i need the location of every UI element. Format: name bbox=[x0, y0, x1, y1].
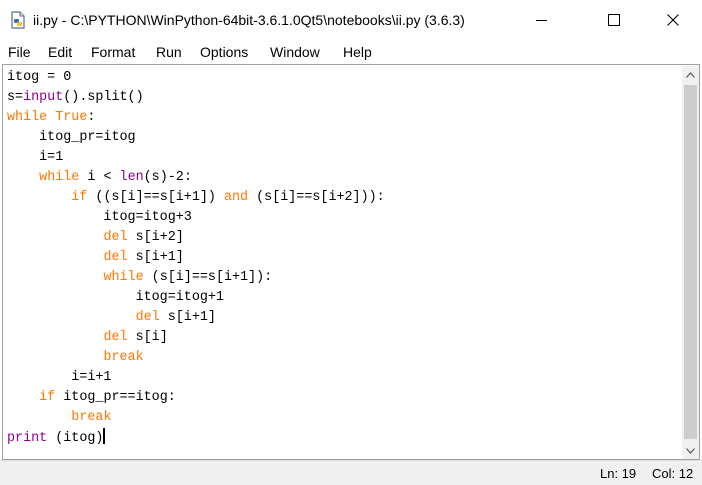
code-token: (s[i]==s[i+1]): bbox=[143, 270, 273, 285]
code-token: itog = 0 bbox=[7, 70, 72, 85]
code-token: i < bbox=[79, 170, 120, 185]
keyword-token: break bbox=[71, 410, 112, 425]
minimize-icon bbox=[536, 20, 547, 21]
code-token: (s[i]==s[i+2])): bbox=[248, 190, 385, 205]
code-token: : bbox=[87, 110, 96, 125]
status-column: Col: 12 bbox=[652, 466, 694, 481]
code-token: s[i] bbox=[127, 330, 168, 345]
menu-bar: File Edit Format Run Options Window Help bbox=[0, 40, 702, 64]
code-token: s[i+1] bbox=[127, 250, 184, 265]
scroll-thumb[interactable] bbox=[684, 85, 697, 439]
keyword-token: if bbox=[71, 190, 88, 205]
code-line[interactable]: del s[i+2] bbox=[7, 228, 679, 248]
code-line[interactable]: while (s[i]==s[i+1]): bbox=[7, 268, 679, 288]
code-line[interactable]: del s[i] bbox=[7, 328, 679, 348]
code-token: itog_pr=itog bbox=[7, 130, 136, 145]
keyword-token: del bbox=[135, 310, 160, 325]
builtin-token: input bbox=[23, 90, 64, 105]
maximize-icon bbox=[608, 14, 620, 26]
close-button[interactable] bbox=[650, 0, 696, 40]
code-line[interactable]: break bbox=[7, 408, 679, 428]
keyword-token: True bbox=[55, 110, 88, 125]
code-token: ((s[i]==s[i+1]) bbox=[87, 190, 224, 205]
code-line[interactable]: itog_pr=itog bbox=[7, 128, 679, 148]
menu-window[interactable]: Window bbox=[270, 44, 320, 60]
menu-file[interactable]: File bbox=[8, 44, 31, 60]
title-bar: ii.py - C:\PYTHON\WinPython-64bit-3.6.1.… bbox=[0, 0, 702, 40]
code-token: ().split() bbox=[63, 90, 144, 105]
vertical-scrollbar[interactable] bbox=[682, 66, 699, 459]
text-cursor bbox=[103, 428, 106, 444]
chevron-down-icon bbox=[686, 447, 695, 454]
status-bar: Ln: 19 Col: 12 bbox=[0, 460, 702, 485]
code-line[interactable]: print (itog) bbox=[7, 428, 679, 448]
code-editor[interactable]: itog = 0 s=input().split() while True: ito… bbox=[7, 68, 679, 460]
builtin-token: print bbox=[7, 431, 48, 446]
keyword-token: and bbox=[223, 190, 249, 205]
scroll-up-button[interactable] bbox=[682, 66, 699, 83]
code-token: (itog) bbox=[47, 431, 104, 446]
close-icon bbox=[667, 14, 679, 26]
code-line[interactable]: while True: bbox=[7, 108, 679, 128]
code-line[interactable]: itog=itog+3 bbox=[7, 208, 679, 228]
code-line[interactable]: s=input().split() bbox=[7, 88, 679, 108]
python-file-icon[interactable] bbox=[9, 11, 27, 29]
code-line[interactable]: del s[i+1] bbox=[7, 248, 679, 268]
code-line[interactable]: itog = 0 bbox=[7, 68, 679, 88]
status-line: Ln: 19 bbox=[600, 466, 637, 481]
code-line[interactable]: del s[i+1] bbox=[7, 308, 679, 328]
code-token: itog=itog+1 bbox=[7, 290, 224, 305]
menu-run[interactable]: Run bbox=[156, 44, 182, 60]
maximize-button[interactable] bbox=[591, 0, 637, 40]
code-token: s= bbox=[7, 90, 24, 105]
code-token: i=i+1 bbox=[7, 370, 112, 385]
keyword-token: del bbox=[103, 230, 128, 245]
code-token: (s)-2: bbox=[143, 170, 192, 185]
menu-format[interactable]: Format bbox=[91, 44, 135, 60]
code-line[interactable]: itog=itog+1 bbox=[7, 288, 679, 308]
chevron-up-icon bbox=[686, 71, 695, 78]
code-token: s[i+1] bbox=[159, 310, 216, 325]
menu-edit[interactable]: Edit bbox=[48, 44, 72, 60]
window-title: ii.py - C:\PYTHON\WinPython-64bit-3.6.1.… bbox=[33, 12, 465, 28]
code-line[interactable]: break bbox=[7, 348, 679, 368]
keyword-token: while bbox=[39, 170, 80, 185]
menu-help[interactable]: Help bbox=[343, 44, 372, 60]
code-line[interactable]: while i < len(s)-2: bbox=[7, 168, 679, 188]
keyword-token: del bbox=[103, 330, 128, 345]
keyword-token: while bbox=[7, 110, 48, 125]
menu-options[interactable]: Options bbox=[200, 44, 248, 60]
keyword-token: break bbox=[103, 350, 144, 365]
code-token: s[i+2] bbox=[127, 230, 184, 245]
code-line[interactable]: i=1 bbox=[7, 148, 679, 168]
builtin-token: len bbox=[119, 170, 144, 185]
minimize-button[interactable] bbox=[519, 0, 565, 40]
code-line[interactable]: if itog_pr==itog: bbox=[7, 388, 679, 408]
code-line[interactable]: i=i+1 bbox=[7, 368, 679, 388]
code-token: itog_pr==itog: bbox=[55, 390, 176, 405]
keyword-token: while bbox=[103, 270, 144, 285]
scroll-down-button[interactable] bbox=[682, 442, 699, 459]
code-token: itog=itog+3 bbox=[7, 210, 192, 225]
code-line[interactable]: if ((s[i]==s[i+1]) and (s[i]==s[i+2])): bbox=[7, 188, 679, 208]
keyword-token: if bbox=[39, 390, 56, 405]
code-token: i=1 bbox=[7, 150, 64, 165]
keyword-token: del bbox=[103, 250, 128, 265]
